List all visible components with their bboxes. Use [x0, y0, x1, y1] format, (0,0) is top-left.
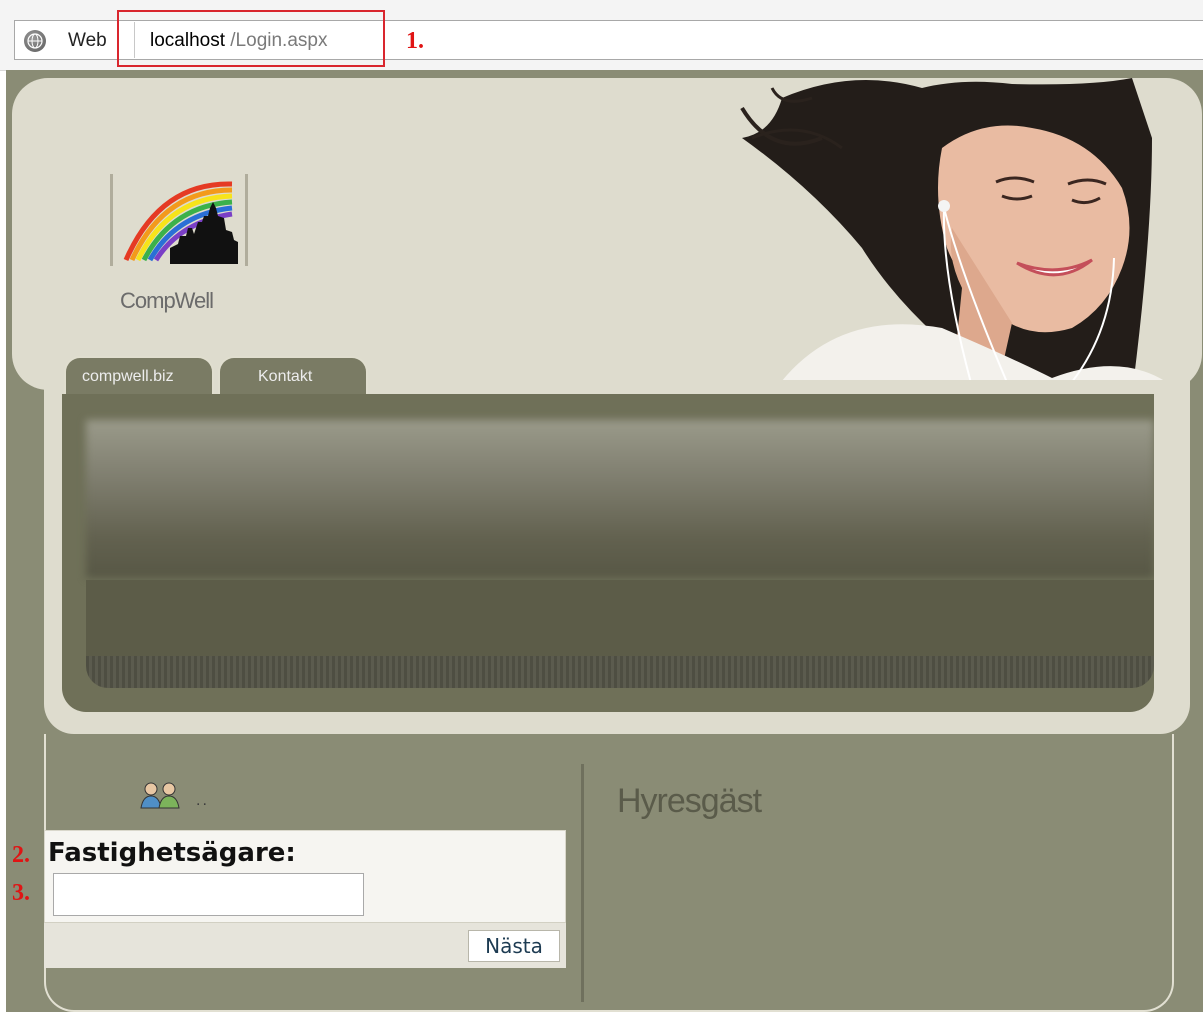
rainbow-castle-logo-icon[interactable] [120, 178, 240, 271]
owner-input[interactable] [53, 873, 364, 916]
banner-band [86, 580, 1154, 656]
owner-label: Fastighetsägare: [48, 838, 296, 868]
tab-kontakt[interactable]: Kontakt [218, 356, 368, 396]
globe-icon [24, 30, 46, 52]
logo-name: CompWell [120, 288, 214, 313]
tenant-title[interactable]: Hyresgäst [617, 782, 762, 821]
logo-divider-right [245, 174, 248, 266]
annotation-2: 2. [12, 842, 30, 868]
users-icon [139, 780, 189, 815]
banner-blurred-image [86, 420, 1154, 578]
logo-divider-left [110, 174, 113, 266]
tab-compwell-biz[interactable]: compwell.biz [64, 356, 214, 396]
tab-compwell-biz-label: compwell.biz [82, 368, 174, 385]
page-background: CompWell compwell.biz Kontakt .. Hyresgä… [6, 70, 1203, 1012]
column-divider [581, 764, 584, 1002]
header-photo-woman [712, 78, 1202, 399]
annotation-1: 1. [406, 28, 424, 54]
url-highlight-box [117, 10, 385, 67]
annotation-3: 3. [12, 880, 30, 906]
next-button[interactable]: Nästa [468, 930, 560, 962]
browser-toolbar: Web localhost /Login.aspx 1. [0, 0, 1203, 71]
header-panel: CompWell [12, 78, 1202, 395]
users-dots: .. [196, 792, 209, 809]
web-label: Web [68, 30, 107, 51]
banner-area [62, 394, 1154, 712]
banner-strip [86, 656, 1154, 688]
tab-kontakt-label: Kontakt [258, 368, 313, 385]
